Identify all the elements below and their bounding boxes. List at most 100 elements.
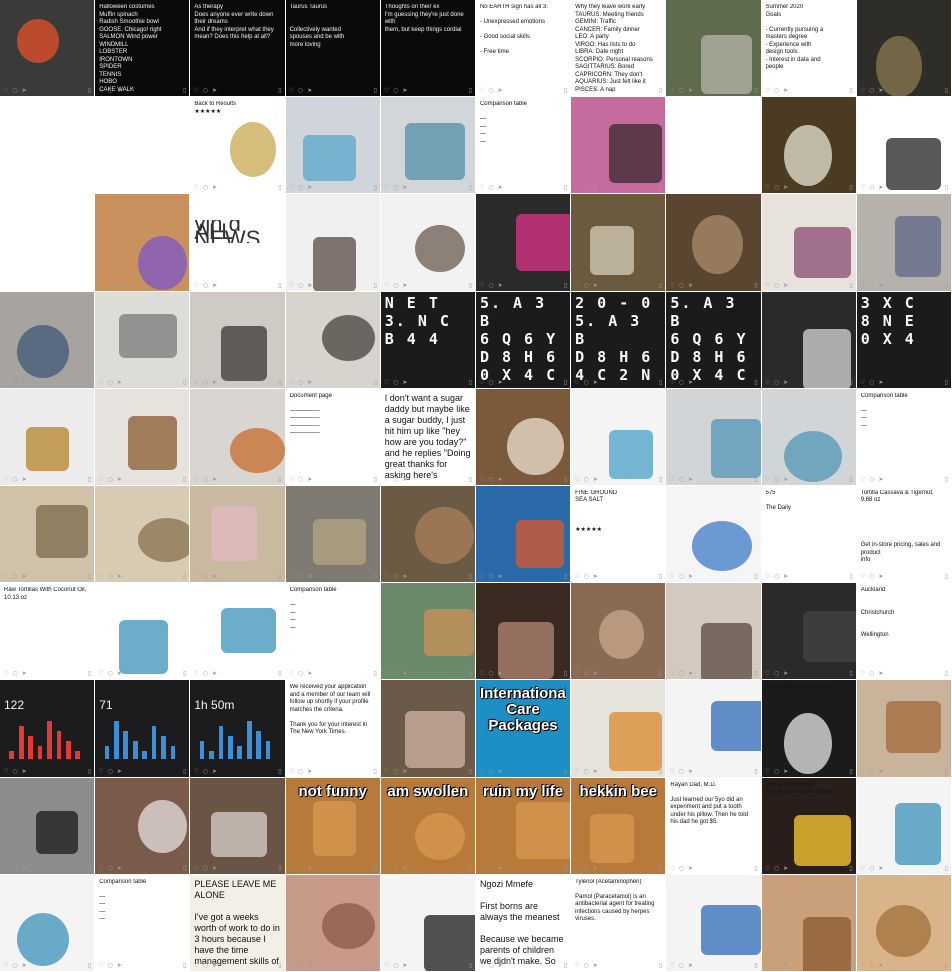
heart-icon[interactable]: ♡ bbox=[860, 962, 865, 969]
share-icon[interactable]: ➤ bbox=[117, 670, 122, 677]
bookmark-icon[interactable]: ▯ bbox=[564, 87, 567, 94]
grid-tile[interactable]: 5. A 3 B 6 Q 6 Y D 8 H 6 0 X 4 C ♡ ○ ➤ ▯ bbox=[666, 291, 762, 389]
bookmark-icon[interactable]: ▯ bbox=[754, 573, 757, 580]
grid-tile[interactable]: ♡ ○ ➤ ▯ bbox=[190, 485, 286, 584]
share-icon[interactable]: ➤ bbox=[22, 87, 27, 94]
grid-tile[interactable]: ♡ ○ ➤ ▯ bbox=[475, 388, 572, 486]
grid-tile[interactable]: I don't want a sugar daddy but maybe lik… bbox=[380, 388, 476, 486]
share-icon[interactable]: ➤ bbox=[498, 184, 503, 191]
comment-icon[interactable]: ○ bbox=[12, 768, 17, 775]
comment-icon[interactable]: ○ bbox=[12, 379, 17, 386]
heart-icon[interactable]: ♡ bbox=[98, 768, 103, 775]
share-icon[interactable]: ➤ bbox=[783, 379, 788, 386]
share-icon[interactable]: ➤ bbox=[878, 282, 883, 289]
comment-icon[interactable]: ○ bbox=[298, 379, 303, 386]
heart-icon[interactable]: ♡ bbox=[574, 670, 579, 677]
grid-tile[interactable]: ♡ ○ ➤ ▯ bbox=[285, 485, 381, 584]
share-icon[interactable]: ➤ bbox=[688, 768, 693, 775]
grid-tile[interactable]: ♡ ○ ➤ ▯ bbox=[0, 291, 96, 389]
bookmark-icon[interactable]: ▯ bbox=[469, 865, 472, 872]
share-icon[interactable]: ➤ bbox=[498, 87, 503, 94]
bookmark-icon[interactable]: ▯ bbox=[945, 282, 948, 289]
heart-icon[interactable]: ♡ bbox=[3, 379, 8, 386]
grid-tile[interactable]: Taurus Taurus Collectively wanted spouse… bbox=[285, 0, 381, 98]
bookmark-icon[interactable]: ▯ bbox=[849, 282, 852, 289]
bookmark-icon[interactable]: ▯ bbox=[659, 184, 662, 191]
heart-icon[interactable]: ♡ bbox=[765, 573, 770, 580]
grid-tile[interactable]: ♡ ○ ➤ ▯ bbox=[761, 194, 857, 292]
share-icon[interactable]: ➤ bbox=[402, 184, 407, 191]
heart-icon[interactable]: ♡ bbox=[765, 670, 770, 677]
bookmark-icon[interactable]: ▯ bbox=[469, 476, 472, 483]
heart-icon[interactable]: ♡ bbox=[3, 670, 8, 677]
share-icon[interactable]: ➤ bbox=[593, 962, 598, 969]
comment-icon[interactable]: ○ bbox=[869, 573, 874, 580]
share-icon[interactable]: ➤ bbox=[307, 379, 312, 386]
comment-icon[interactable]: ○ bbox=[393, 573, 398, 580]
grid-tile[interactable]: 2 0 - 0 5. A 3 B D 8 H 6 4 C 2 N ♡ ○ ➤ ▯ bbox=[571, 291, 667, 389]
share-icon[interactable]: ➤ bbox=[22, 865, 27, 872]
grid-tile[interactable]: ♡ ○ ➤ ▯ bbox=[666, 194, 762, 292]
bookmark-icon[interactable]: ▯ bbox=[278, 184, 281, 191]
grid-tile[interactable]: Like a rich person who doesn't have mone… bbox=[761, 777, 857, 875]
comment-icon[interactable]: ○ bbox=[869, 865, 874, 872]
heart-icon[interactable]: ♡ bbox=[384, 962, 389, 969]
bookmark-icon[interactable]: ▯ bbox=[469, 670, 472, 677]
grid-tile[interactable] bbox=[95, 97, 191, 195]
share-icon[interactable]: ➤ bbox=[878, 768, 883, 775]
heart-icon[interactable]: ♡ bbox=[193, 476, 198, 483]
share-icon[interactable]: ➤ bbox=[402, 476, 407, 483]
heart-icon[interactable]: ♡ bbox=[289, 282, 294, 289]
share-icon[interactable]: ➤ bbox=[402, 670, 407, 677]
share-icon[interactable]: ➤ bbox=[593, 476, 598, 483]
grid-tile[interactable]: ♡ ○ ➤ ▯ bbox=[95, 194, 191, 292]
comment-icon[interactable]: ○ bbox=[298, 282, 303, 289]
bookmark-icon[interactable]: ▯ bbox=[659, 962, 662, 969]
comment-icon[interactable]: ○ bbox=[869, 670, 874, 677]
heart-icon[interactable]: ♡ bbox=[289, 865, 294, 872]
share-icon[interactable]: ➤ bbox=[117, 962, 122, 969]
comment-icon[interactable]: ○ bbox=[12, 87, 17, 94]
share-icon[interactable]: ➤ bbox=[878, 670, 883, 677]
bookmark-icon[interactable]: ▯ bbox=[564, 768, 567, 775]
share-icon[interactable]: ➤ bbox=[212, 670, 217, 677]
bookmark-icon[interactable]: ▯ bbox=[754, 670, 757, 677]
bookmark-icon[interactable]: ▯ bbox=[564, 184, 567, 191]
bookmark-icon[interactable]: ▯ bbox=[183, 282, 186, 289]
comment-icon[interactable]: ○ bbox=[488, 865, 493, 872]
share-icon[interactable]: ➤ bbox=[117, 865, 122, 872]
comment-icon[interactable]: ○ bbox=[488, 184, 493, 191]
grid-tile[interactable]: 5. A 3 B 6 Q 6 Y D 8 H 6 0 X 4 C ♡ ○ ➤ ▯ bbox=[475, 291, 572, 389]
comment-icon[interactable]: ○ bbox=[108, 573, 113, 580]
grid-tile[interactable]: ♡ ○ ➤ ▯ bbox=[761, 874, 857, 972]
heart-icon[interactable]: ♡ bbox=[289, 184, 294, 191]
bookmark-icon[interactable]: ▯ bbox=[849, 670, 852, 677]
bookmark-icon[interactable]: ▯ bbox=[183, 962, 186, 969]
comment-icon[interactable]: ○ bbox=[108, 768, 113, 775]
comment-icon[interactable]: ○ bbox=[869, 476, 874, 483]
share-icon[interactable]: ➤ bbox=[117, 282, 122, 289]
grid-tile[interactable]: ♡ ○ ➤ ▯ bbox=[95, 485, 191, 584]
bookmark-icon[interactable]: ▯ bbox=[564, 670, 567, 677]
bookmark-icon[interactable]: ▯ bbox=[469, 184, 472, 191]
grid-tile[interactable]: Auckland Christchurch Wellington ♡ ○ ➤ ▯ bbox=[856, 583, 952, 681]
comment-icon[interactable]: ○ bbox=[774, 670, 779, 677]
heart-icon[interactable]: ♡ bbox=[384, 476, 389, 483]
comment-icon[interactable]: ○ bbox=[869, 379, 874, 386]
grid-tile[interactable]: ♡ ○ ➤ ▯ bbox=[380, 194, 476, 292]
comment-icon[interactable]: ○ bbox=[12, 865, 17, 872]
share-icon[interactable]: ➤ bbox=[878, 184, 883, 191]
bookmark-icon[interactable]: ▯ bbox=[373, 865, 376, 872]
share-icon[interactable]: ➤ bbox=[212, 476, 217, 483]
heart-icon[interactable]: ♡ bbox=[193, 962, 198, 969]
share-icon[interactable]: ➤ bbox=[878, 87, 883, 94]
comment-icon[interactable]: ○ bbox=[584, 670, 589, 677]
grid-tile[interactable]: ♡ ○ ➤ ▯ bbox=[0, 874, 96, 972]
bookmark-icon[interactable]: ▯ bbox=[278, 670, 281, 677]
bookmark-icon[interactable]: ▯ bbox=[373, 476, 376, 483]
comment-icon[interactable]: ○ bbox=[298, 87, 303, 94]
grid-tile[interactable]: not funny ♡ ○ ➤ ▯ bbox=[285, 777, 381, 875]
share-icon[interactable]: ➤ bbox=[783, 573, 788, 580]
share-icon[interactable]: ➤ bbox=[688, 962, 693, 969]
grid-tile[interactable]: ♡ ○ ➤ ▯ bbox=[285, 194, 381, 292]
